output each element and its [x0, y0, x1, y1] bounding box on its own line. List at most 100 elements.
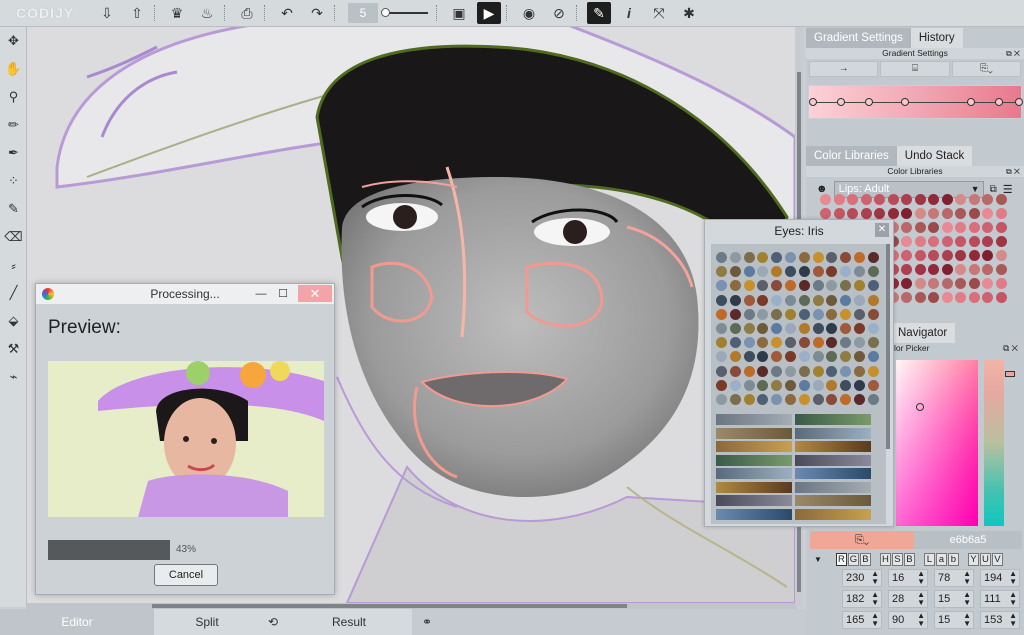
iris-swatch[interactable] — [771, 351, 783, 363]
iris-swatch[interactable] — [743, 337, 755, 349]
tab-undo-stack[interactable]: Undo Stack — [896, 146, 973, 166]
modes-collapse-icon[interactable]: ▼ — [814, 555, 822, 564]
iris-swatch[interactable] — [771, 280, 783, 292]
color-swatch[interactable] — [955, 250, 966, 261]
library-menu-icon[interactable]: ☰ — [1003, 183, 1013, 196]
iris-swatch[interactable] — [771, 252, 783, 263]
iris-swatch[interactable] — [716, 365, 727, 377]
mode-g[interactable]: G — [847, 552, 859, 566]
color-swatch[interactable] — [928, 208, 939, 219]
iris-swatch[interactable] — [840, 394, 852, 405]
color-swatch[interactable] — [914, 194, 926, 205]
color-swatch[interactable] — [874, 208, 885, 219]
slider-knob[interactable] — [381, 8, 390, 17]
color-swatch[interactable] — [847, 194, 858, 205]
color-swatch[interactable] — [941, 278, 953, 289]
iris-swatch[interactable] — [785, 337, 796, 349]
print-icon[interactable]: ⎙ — [235, 2, 259, 24]
tab-editor[interactable]: Editor — [0, 609, 154, 635]
iris-swatch[interactable] — [812, 323, 824, 334]
iris-swatch[interactable] — [867, 379, 879, 391]
iris-gradient-strip[interactable] — [716, 508, 792, 520]
color-swatch[interactable] — [941, 292, 953, 303]
iris-swatch[interactable] — [743, 266, 755, 278]
color-swatch[interactable] — [995, 208, 1007, 219]
color-swatch[interactable] — [901, 208, 912, 219]
iris-swatch[interactable] — [716, 351, 727, 363]
iris-swatch[interactable] — [771, 365, 783, 377]
color-swatch[interactable] — [955, 278, 966, 289]
iris-gradient-strip[interactable] — [716, 468, 792, 479]
eye-slash-icon[interactable]: ⊘ — [547, 2, 571, 24]
color-swatch[interactable] — [928, 278, 939, 289]
hex-value[interactable]: e6b6a5 — [914, 531, 1022, 549]
move-icon[interactable]: ✥ — [0, 27, 27, 55]
iris-swatch[interactable] — [785, 323, 796, 334]
iris-swatch[interactable] — [785, 266, 796, 278]
gradient-stop[interactable] — [1015, 98, 1023, 106]
color-swatch[interactable] — [928, 250, 939, 261]
iris-swatch[interactable] — [785, 365, 796, 377]
eraser-drop-icon[interactable]: ♨ — [195, 2, 219, 24]
iris-swatch[interactable] — [716, 294, 727, 306]
color-swatch[interactable] — [887, 194, 899, 205]
color-swatch[interactable] — [941, 250, 953, 261]
iris-swatch[interactable] — [743, 294, 755, 306]
pin-icon[interactable]: ⧉ ✕ — [1006, 48, 1020, 59]
tab-gradient-settings[interactable]: Gradient Settings — [806, 28, 911, 48]
mode-lb[interactable]: b — [947, 552, 959, 566]
cancel-button[interactable]: Cancel — [154, 564, 218, 586]
color-swatch[interactable] — [995, 278, 1007, 289]
iris-swatch[interactable] — [716, 379, 727, 391]
mode-h[interactable]: H — [879, 552, 891, 566]
color-swatch[interactable] — [982, 194, 993, 205]
current-color-swatch[interactable]: ⎘⌄ — [810, 531, 914, 549]
iris-swatch[interactable] — [798, 379, 810, 391]
iris-swatch[interactable] — [757, 337, 769, 349]
iris-swatch[interactable] — [840, 266, 852, 278]
iris-swatch[interactable] — [771, 266, 783, 278]
iris-gradient-strip[interactable] — [716, 454, 792, 466]
color-swatch[interactable] — [941, 264, 953, 275]
color-swatch[interactable] — [901, 222, 912, 233]
color-swatch[interactable] — [928, 292, 939, 303]
gradient-stop[interactable] — [995, 98, 1003, 106]
iris-swatch[interactable] — [716, 337, 727, 349]
iris-swatch[interactable] — [757, 379, 769, 391]
iris-swatch[interactable] — [826, 252, 838, 263]
pen-link-icon[interactable]: ✎ — [587, 2, 611, 24]
value-field[interactable]: 111 ▲ ▼ — [980, 590, 1020, 608]
iris-swatch[interactable] — [785, 308, 796, 320]
color-swatch[interactable] — [982, 250, 993, 261]
iris-gradient-strip[interactable] — [795, 441, 871, 452]
iris-swatch[interactable] — [867, 337, 879, 349]
iris-swatch[interactable] — [785, 379, 796, 391]
iris-swatch[interactable] — [743, 379, 755, 391]
color-swatch[interactable] — [955, 236, 966, 247]
iris-swatch[interactable] — [757, 394, 769, 405]
pin-icon[interactable]: ⧉ ✕ — [1003, 343, 1018, 354]
line-icon[interactable]: ╱ — [0, 279, 27, 307]
iris-swatch[interactable] — [854, 280, 865, 292]
hand-icon[interactable]: ✋ — [0, 55, 27, 83]
iris-swatch[interactable] — [840, 351, 852, 363]
color-swatch[interactable] — [901, 236, 912, 247]
iris-swatch[interactable] — [757, 252, 769, 263]
iris-swatch[interactable] — [840, 294, 852, 306]
tab-split[interactable]: Split — [154, 609, 260, 635]
iris-swatch[interactable] — [854, 266, 865, 278]
iris-swatch[interactable] — [867, 323, 879, 334]
iris-swatch[interactable] — [771, 337, 783, 349]
iris-swatch[interactable] — [840, 337, 852, 349]
color-swatch[interactable] — [941, 208, 953, 219]
color-swatch[interactable] — [955, 222, 966, 233]
gradient-load-button[interactable]: ⌸ — [880, 61, 950, 77]
value-field[interactable]: 230 ▲ ▼ — [842, 569, 882, 587]
color-swatch[interactable] — [955, 208, 966, 219]
iris-gradient-strip[interactable] — [716, 441, 792, 452]
color-swatch[interactable] — [982, 222, 993, 233]
close-icon[interactable]: ✕ — [875, 223, 889, 237]
link-icon[interactable]: ⚭ — [412, 609, 442, 635]
iris-swatch[interactable] — [867, 266, 879, 278]
color-swatch[interactable] — [941, 222, 953, 233]
